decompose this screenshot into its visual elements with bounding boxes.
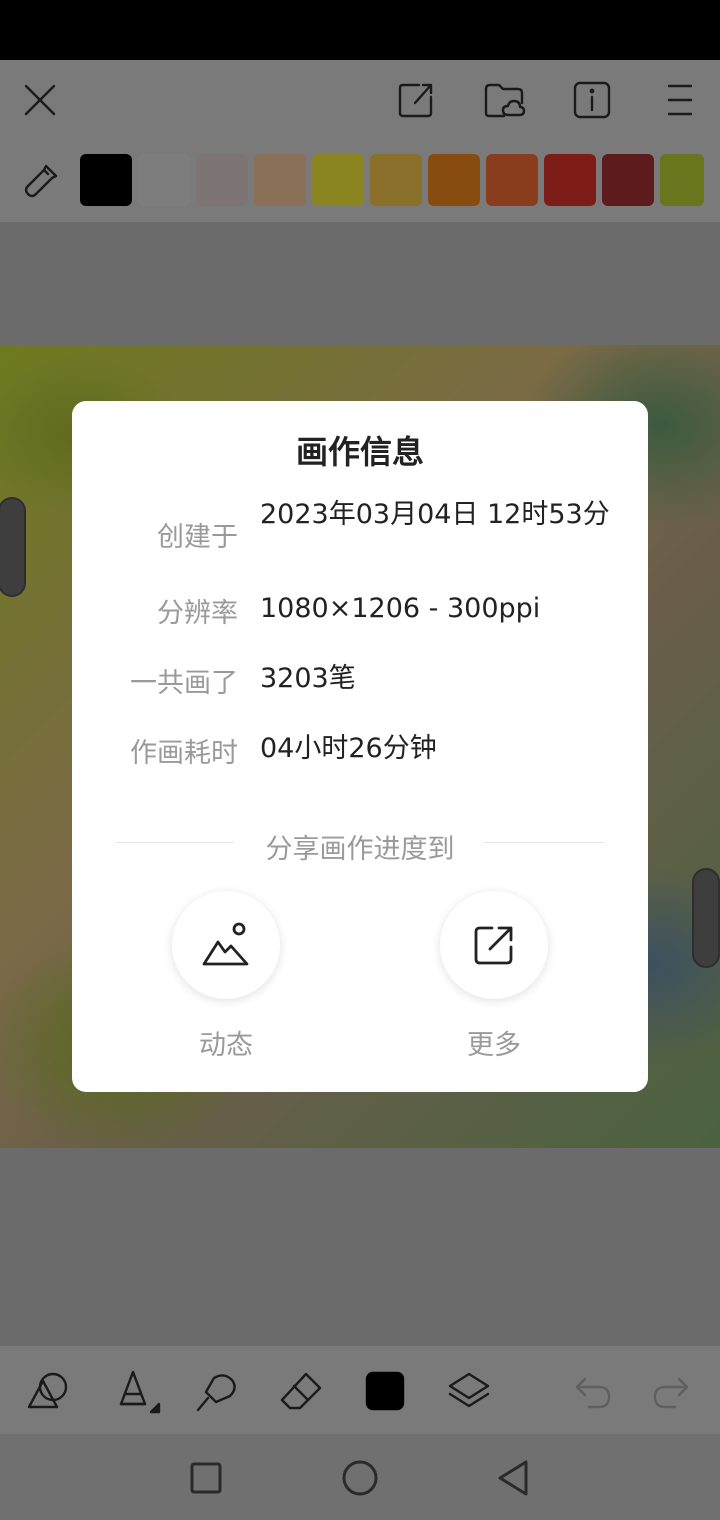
color-swatch[interactable] [370, 154, 422, 206]
share-moments-label: 动态 [199, 1030, 253, 1061]
color-swatch[interactable] [80, 154, 132, 206]
redo-icon[interactable] [644, 1366, 698, 1416]
top-bar [0, 60, 720, 140]
color-swatch[interactable] [196, 154, 248, 206]
brush-icon[interactable] [108, 1366, 164, 1416]
status-bar [0, 0, 720, 60]
close-icon[interactable] [14, 74, 66, 126]
image-post-icon [202, 922, 249, 966]
right-slider-handle[interactable] [692, 868, 720, 968]
layers-icon[interactable] [442, 1366, 496, 1416]
info-label: 作画耗时 [130, 738, 238, 769]
eyedropper-icon[interactable] [18, 156, 66, 204]
undo-icon[interactable] [566, 1366, 620, 1416]
artwork-info-dialog: 画作信息 创建于 2023年03月04日 12时53分 分辨率 1080×120… [72, 401, 648, 1092]
info-value: 1080×1206 - 300ppi [260, 593, 541, 624]
shapes-icon[interactable] [24, 1366, 74, 1416]
eraser-icon[interactable] [274, 1366, 328, 1416]
color-swatch[interactable] [486, 154, 538, 206]
smudge-icon[interactable] [190, 1366, 244, 1416]
share-more-button[interactable] [440, 891, 548, 999]
color-swatch[interactable] [602, 154, 654, 206]
menu-icon[interactable] [654, 74, 706, 126]
color-square-icon[interactable] [360, 1366, 410, 1416]
back-triangle-icon[interactable] [488, 1452, 540, 1504]
dialog-title: 画作信息 [295, 433, 424, 471]
info-label: 分辨率 [157, 598, 238, 629]
canvas-margin [0, 222, 720, 345]
info-value: 3203笔 [260, 663, 356, 694]
home-circle-icon[interactable] [334, 1452, 386, 1504]
color-swatch[interactable] [428, 154, 480, 206]
color-palette [0, 140, 720, 222]
share-moments-button[interactable] [172, 891, 280, 999]
share-more-label: 更多 [467, 1030, 521, 1061]
cloud-folder-icon[interactable] [478, 74, 530, 126]
color-swatch[interactable] [312, 154, 364, 206]
color-swatch[interactable] [544, 154, 596, 206]
info-value: 2023年03月04日 12时53分 [260, 499, 610, 530]
info-icon[interactable] [566, 74, 618, 126]
left-slider-handle[interactable] [0, 497, 26, 597]
color-swatch[interactable] [254, 154, 306, 206]
system-nav-bar [0, 1434, 720, 1520]
info-value: 04小时26分钟 [260, 733, 437, 764]
bottom-toolbar [0, 1346, 720, 1434]
share-heading: 分享画作进度到 [265, 834, 455, 865]
color-swatch[interactable] [660, 154, 704, 206]
info-label: 一共画了 [130, 668, 238, 699]
color-swatch[interactable] [138, 154, 190, 206]
export-icon[interactable] [390, 74, 442, 126]
canvas-margin [0, 1148, 720, 1346]
external-share-icon [474, 926, 513, 965]
info-label: 创建于 [157, 522, 238, 553]
recents-square-icon[interactable] [180, 1452, 232, 1504]
